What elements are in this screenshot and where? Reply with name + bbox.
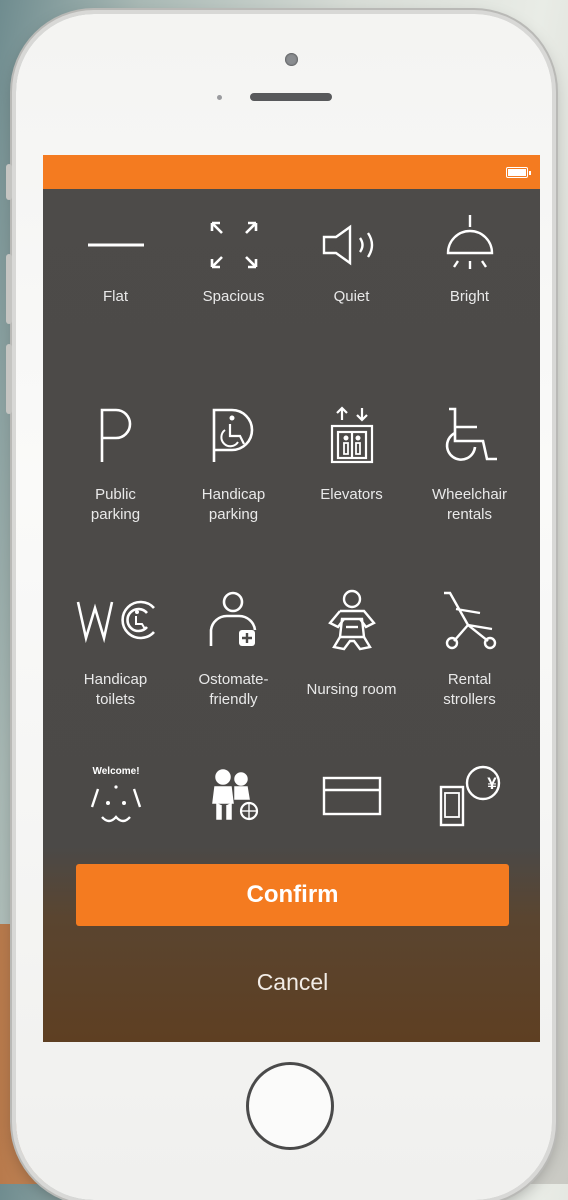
- handicap-toilet-icon: [63, 570, 171, 670]
- yen-symbol: ¥: [487, 774, 497, 793]
- mobile-payment-yen-icon: ¥: [439, 760, 501, 832]
- volume-up-button: [6, 254, 12, 324]
- amenity-label: Rental strollers: [443, 671, 496, 708]
- handicap-parking-icon: [203, 385, 265, 485]
- credit-card-icon: [321, 760, 383, 832]
- amenity-quiet[interactable]: Quiet: [293, 195, 410, 375]
- amenity-rental-strollers[interactable]: Rental strollers: [411, 570, 528, 750]
- amenity-bright[interactable]: Bright: [411, 195, 528, 375]
- mute-switch: [6, 164, 12, 200]
- amenity-label: Public parking: [90, 486, 141, 523]
- cancel-button[interactable]: Cancel: [76, 955, 509, 1009]
- amenity-pet-welcome[interactable]: Welcome!: [57, 760, 174, 860]
- baby-icon: [321, 570, 383, 670]
- status-bar: [43, 155, 540, 189]
- family-wheelchair-icon: [203, 760, 265, 832]
- stroller-icon: [439, 570, 501, 670]
- amenity-label: Flat: [102, 288, 128, 305]
- amenity-label: Handicap toilets: [83, 671, 148, 708]
- amenity-label: Spacious: [202, 288, 265, 305]
- amenity-label: Wheelchair rentals: [431, 486, 508, 523]
- elevator-icon: [321, 385, 383, 485]
- amenity-handicap-toilets[interactable]: Handicap toilets: [57, 570, 174, 750]
- amenity-mobile-payment[interactable]: ¥: [411, 760, 528, 860]
- wheelchair-icon: [439, 385, 501, 485]
- amenity-label: Nursing room: [306, 681, 397, 698]
- app-screen: Flat Spacious Quiet Bright Public parkin…: [43, 155, 540, 1042]
- battery-full-icon: [506, 167, 531, 178]
- volume-down-button: [6, 344, 12, 414]
- amenity-label: Handicap parking: [201, 486, 266, 523]
- amenity-label: Quiet: [333, 288, 370, 305]
- flat-line-icon: [85, 195, 147, 295]
- amenity-wheelchair-rentals[interactable]: Wheelchair rentals: [411, 385, 528, 565]
- amenity-flat[interactable]: Flat: [57, 195, 174, 375]
- amenity-spacious[interactable]: Spacious: [175, 195, 292, 375]
- pet-welcome-text: Welcome!: [92, 766, 140, 777]
- earpiece-speaker: [250, 93, 332, 101]
- expand-arrows-icon: [203, 195, 265, 295]
- proximity-sensor: [217, 95, 222, 100]
- confirm-button[interactable]: Confirm: [76, 864, 509, 926]
- parking-icon: [85, 385, 147, 485]
- amenity-handicap-parking[interactable]: Handicap parking: [175, 385, 292, 565]
- amenity-elevators[interactable]: Elevators: [293, 385, 410, 565]
- amenity-ostomate-friendly[interactable]: Ostomate- friendly: [175, 570, 292, 750]
- amenity-public-parking[interactable]: Public parking: [57, 385, 174, 565]
- home-button[interactable]: [246, 1062, 334, 1150]
- amenity-nursing-room[interactable]: Nursing room: [293, 570, 410, 750]
- front-camera: [285, 53, 298, 66]
- speaker-icon: [321, 195, 383, 295]
- amenity-family-accessible[interactable]: [175, 760, 292, 860]
- amenity-label: Ostomate- friendly: [198, 671, 269, 708]
- amenity-credit-card[interactable]: [293, 760, 410, 860]
- amenity-label: Bright: [449, 288, 490, 305]
- ostomate-icon: [203, 570, 265, 670]
- amenity-label: Elevators: [320, 486, 383, 503]
- pet-welcome-icon: Welcome!: [85, 760, 147, 832]
- ceiling-lamp-icon: [439, 195, 501, 295]
